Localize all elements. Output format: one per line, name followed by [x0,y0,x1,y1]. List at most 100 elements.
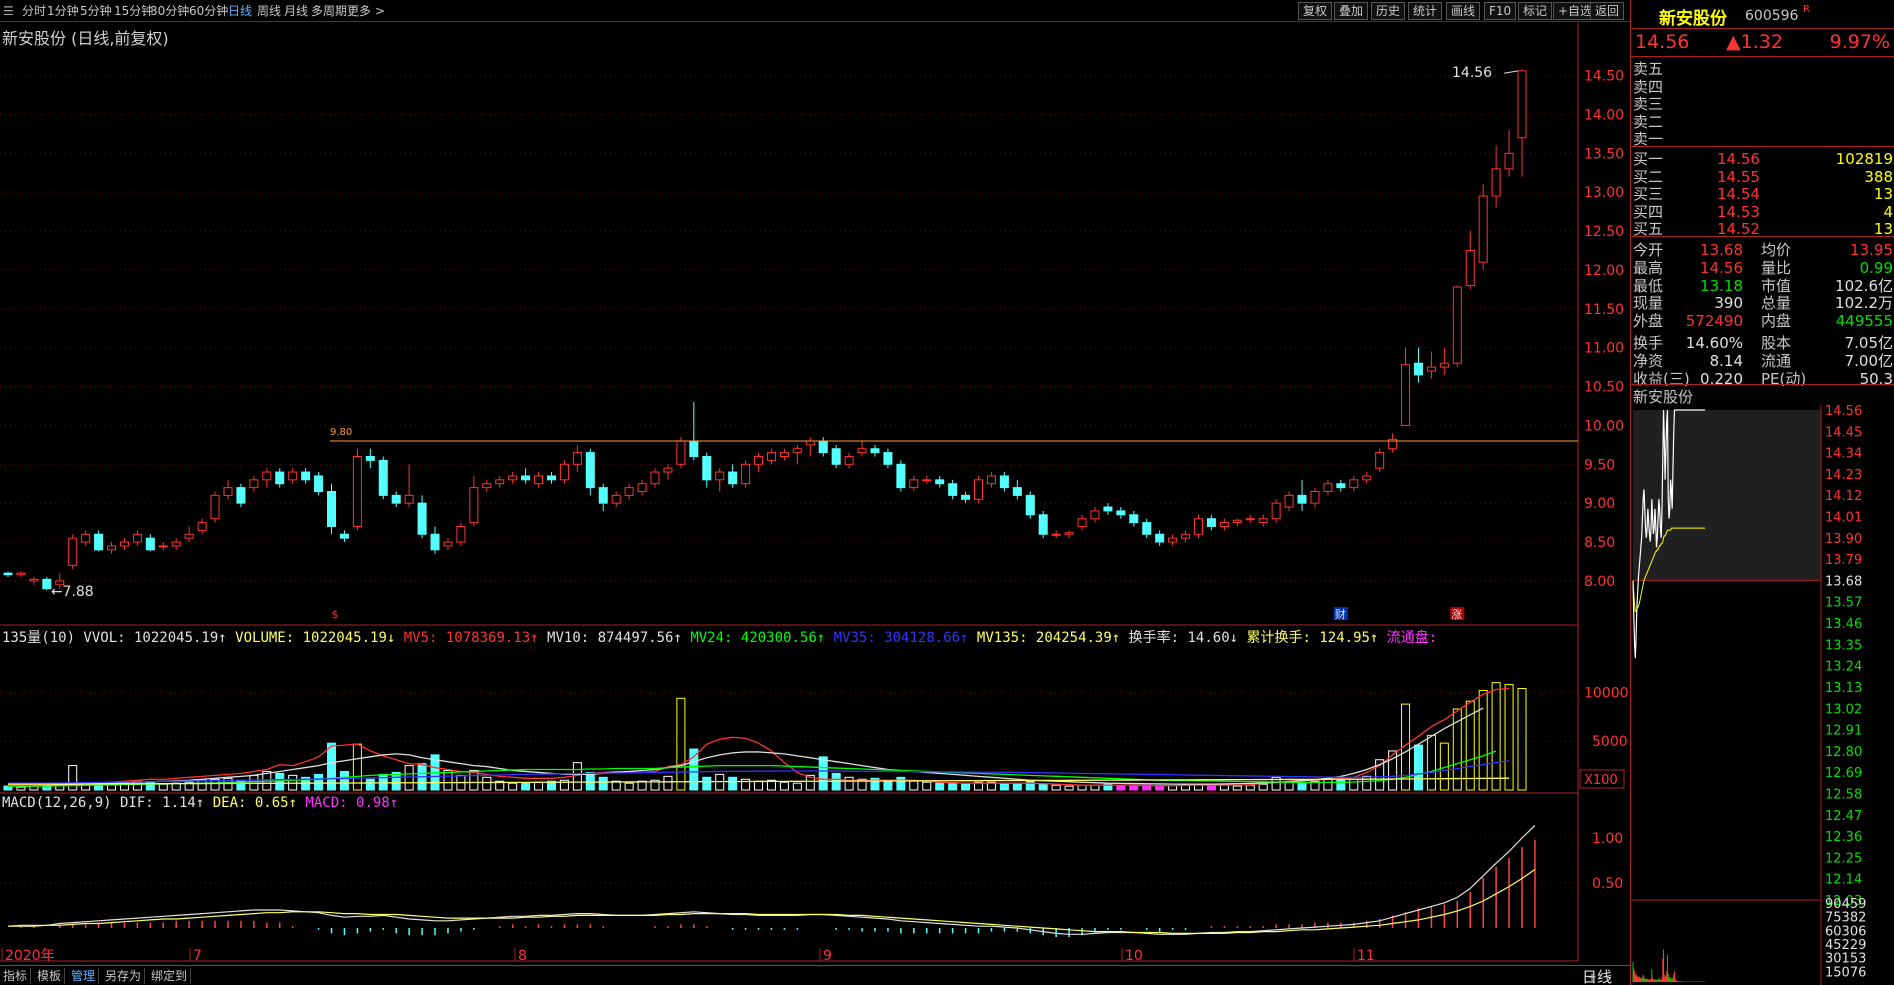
bottom-tab-0[interactable]: 指标 [0,968,32,984]
volume-bar [585,771,595,791]
macd-bars [20,839,1536,937]
volume-bar [1090,784,1100,791]
mini-up-zone [1633,410,1821,581]
volume-bar [1077,784,1087,791]
period-tab-8[interactable]: 月线 [284,3,308,19]
ask-row-2: 卖三 [1633,95,1893,113]
candle-body [650,471,660,485]
volume-bar [1478,689,1488,791]
intraday-mini-chart[interactable]: 14.56 14.45 14.34 14.23 14.12 14.01 13.90 13.79… [1631,405,1894,985]
candle-body [999,475,1009,489]
period-tab-10[interactable]: 更多 > [347,3,385,19]
volume-bar [249,774,259,791]
volume-bar [158,783,168,791]
volume-bar [624,782,634,791]
candle-body [236,487,246,504]
period-tab-4[interactable]: 30分钟 [150,3,189,19]
volume-bar [508,782,518,791]
tool-button-1[interactable]: 叠加 [1334,2,1369,20]
candle-body [741,463,751,485]
volume-bar [922,781,932,791]
bottom-tab-1[interactable]: 模板 [34,968,66,984]
bid-row-0: 买一 14.56 102819 [1633,150,1893,168]
mark-dollar: $ [332,608,339,621]
volume-bar [1491,682,1501,791]
candle-body [831,448,841,465]
chart-axes: 14.50 14.00 13.50 13.00 12.50 12.00 11.50 11.00… [1,69,1629,962]
stat-value: 7.05亿 [1844,334,1893,352]
volume-bar [818,756,828,791]
period-tab-6[interactable]: 日线 [228,3,252,19]
candle-body [1452,286,1462,364]
candle-body [1349,479,1359,489]
bottom-tab-3[interactable]: 另存为 [102,968,146,984]
stat-label: 量比 [1761,258,1792,277]
candle-body [611,494,621,504]
candle-body [1142,522,1152,535]
candle-body [961,494,971,500]
candle-body [1258,518,1268,524]
price-tick-3: 13.00 [1584,185,1624,201]
stat-row-2: 最低 13.18 市值 102.6亿 [1633,277,1893,295]
price-change-pct: 9.97% [1829,31,1890,53]
volume-bar [1116,784,1126,791]
candle-body [1504,152,1514,170]
bottom-tab-4[interactable]: 绑定到 [148,968,192,984]
candle-body [249,479,259,489]
mini-price-tick-16: 12.80 [1825,745,1862,760]
macd-indicator-info: MACD(12,26,9) DIF: 1.14↑ DEA: 0.65↑ MACD… [2,795,398,811]
volume-bar [521,782,531,791]
period-tab-9[interactable]: 多周期 [311,3,347,19]
tool-button-8[interactable]: 返回 [1590,2,1625,20]
volume-bar [1426,734,1436,791]
menu-icon[interactable]: ☰ [3,3,14,19]
tool-button-4[interactable]: 画线 [1446,2,1481,20]
candle-body [857,448,867,454]
candle-body [223,487,233,496]
stat-value: 572490 [1685,312,1743,331]
tool-button-6[interactable]: 标记 [1518,2,1553,20]
tool-button-3[interactable]: 统计 [1408,2,1443,20]
dea-line [8,869,1536,935]
volume-bar [482,776,492,791]
candle-body [301,471,311,481]
candle-body [42,578,52,590]
stat-label: 今开 [1633,241,1664,259]
tool-button-0[interactable]: 复权 [1298,2,1333,20]
tool-button-5[interactable]: F10 [1484,2,1517,20]
candle-body [689,440,699,458]
stat-row-3: 现量 390 总量 102.2万 [1633,294,1893,312]
resistance-label: 9.80 [330,427,352,438]
period-tab-2[interactable]: 5分钟 [80,3,112,19]
quote-panel: 新安股份 600596 R 14.56 ▲1.32 9.97% 卖五 卖四 卖三 卖二… [1630,0,1894,985]
volume-bar [16,786,26,791]
candle-body [1323,483,1333,492]
macd-lines [7,824,1536,935]
candle-body [68,537,78,566]
month-label-1: 7 [193,948,202,962]
period-tab-3[interactable]: 15分钟 [114,3,153,19]
plus-button[interactable]: + [1584,969,1600,985]
tool-button-2[interactable]: 历史 [1371,2,1406,20]
month-label-3: 9 [823,948,832,962]
minus-button[interactable]: - [1604,969,1614,985]
stat-value: 7.00亿 [1844,351,1893,370]
candle-body [715,471,725,481]
volume-bar [663,775,673,791]
stat-value: 13.68 [1700,241,1743,259]
period-tab-1[interactable]: 1分钟 [47,3,79,19]
stat-label: 净资 [1633,351,1664,370]
stat-value: 14.60% [1685,334,1743,352]
period-tab-7[interactable]: 周线 [257,3,281,19]
month-label-0: 2020年 [5,948,55,962]
candle-body [1206,518,1216,527]
candle-body [986,475,996,485]
kline-chart[interactable]: 14.50 14.00 13.50 13.00 12.50 12.00 11.50 11.00… [0,22,1630,962]
period-tab-0[interactable]: 分时 [22,3,46,19]
vol_info-item-2: MV5: 1078369.13↑ [403,630,548,646]
period-tab-5[interactable]: 60分钟 [189,3,228,19]
stat-label: 内盘 [1761,312,1792,331]
price-tick-8: 10.50 [1584,380,1624,396]
volume-bar [1504,684,1514,791]
bottom-tab-2[interactable]: 管理 [68,968,100,984]
